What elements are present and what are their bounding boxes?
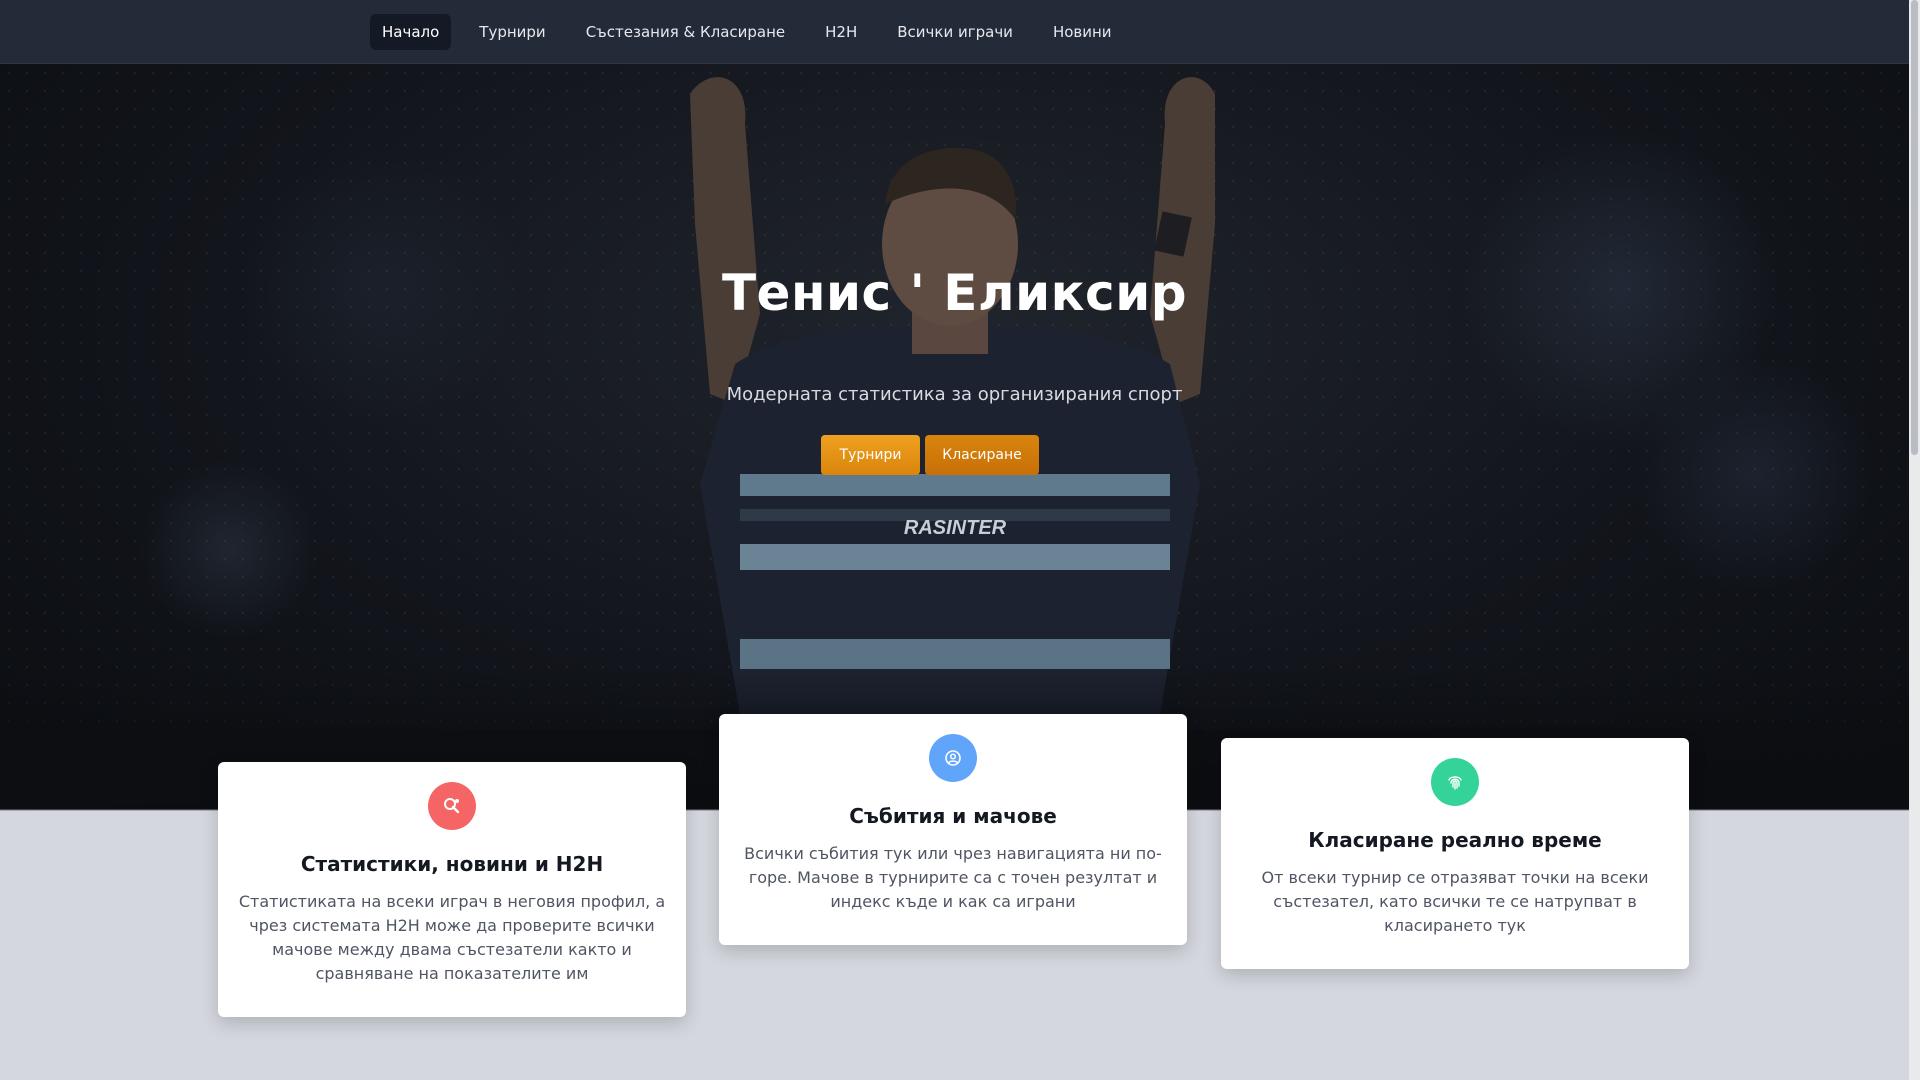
- feature-title: Събития и мачове: [849, 804, 1057, 828]
- hero-buttons: Турнири Класиране: [821, 435, 1039, 475]
- user-circle-icon: [929, 734, 977, 782]
- nav-menu: Начало Турнири Състезания & Класиране H2…: [370, 14, 1140, 50]
- scrollbar-thumb[interactable]: [1911, 0, 1918, 455]
- fingerprint-icon: [1431, 758, 1479, 806]
- hero-section: RASINTER Тенис ' Еликсир Модерната стати…: [0, 64, 1909, 810]
- nav-item-home[interactable]: Начало: [370, 14, 452, 50]
- nav-item-h2h[interactable]: H2H: [813, 14, 869, 50]
- ranking-button[interactable]: Класиране: [925, 435, 1039, 475]
- nav-item-tournaments[interactable]: Турнири: [467, 14, 557, 50]
- nav-item-news[interactable]: Новини: [1041, 14, 1124, 50]
- jersey-text: RASINTER: [904, 517, 1007, 539]
- page-scrollbar[interactable]: [1909, 0, 1920, 1080]
- nav-item-all-players[interactable]: Всички играчи: [885, 14, 1025, 50]
- feature-title: Статистики, новини и H2H: [300, 852, 604, 876]
- hero-title: Тенис ' Еликсир: [721, 264, 1188, 322]
- feature-card-ranking: Класиране реално време От всеки турнир с…: [1221, 738, 1689, 969]
- feature-text: От всеки турнир се отразяват точки на вс…: [1261, 868, 1649, 935]
- ping-pong-icon: [428, 782, 476, 830]
- feature-text: Всички събития тук или чрез навигацията …: [744, 844, 1162, 911]
- nav-item-competitions-ranking[interactable]: Състезания & Класиране: [574, 14, 797, 50]
- feature-text: Статистиката на всеки играч в неговия пр…: [238, 892, 666, 983]
- tournaments-button[interactable]: Турнири: [821, 435, 920, 475]
- hero-subtitle: Модерната статистика за организирания сп…: [726, 384, 1183, 405]
- feature-card-statistics: Статистики, новини и H2H Статистиката на…: [218, 762, 686, 1017]
- feature-title: Класиране реално време: [1308, 828, 1602, 852]
- top-navigation: Начало Турнири Състезания & Класиране H2…: [0, 0, 1909, 64]
- feature-card-events: Събития и мачове Всички събития тук или …: [719, 714, 1187, 945]
